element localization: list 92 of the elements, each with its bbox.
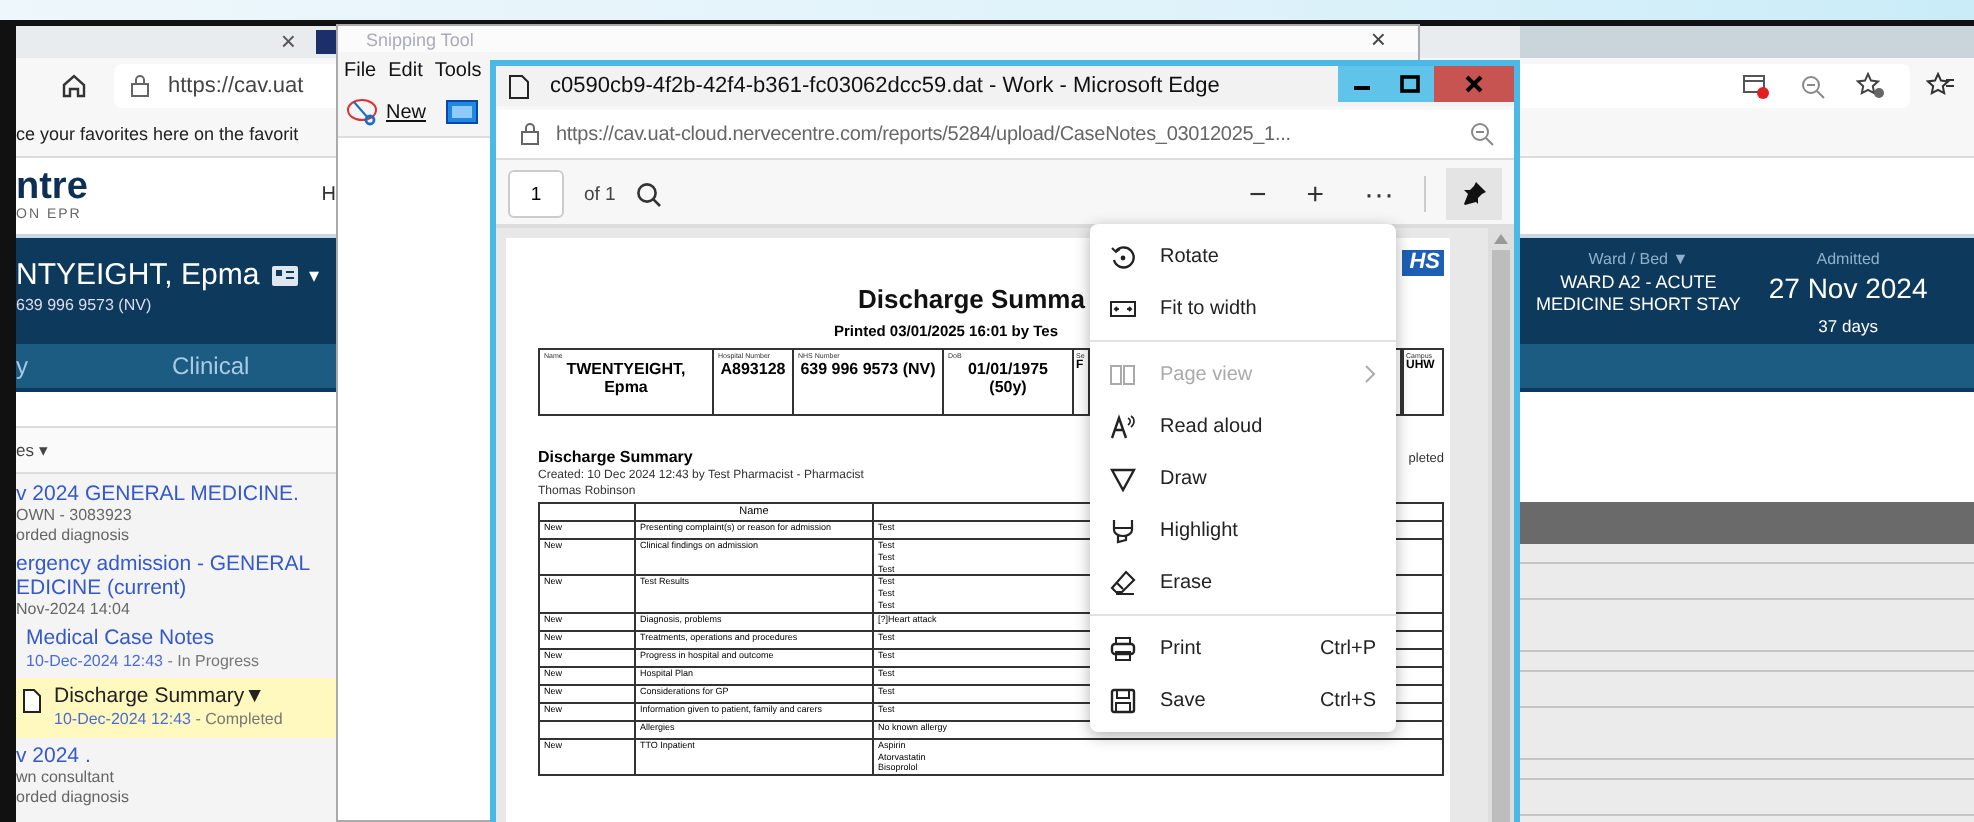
entry-date: 10-Dec-2024 12:43 <box>54 710 191 728</box>
section-title: Discharge Summary <box>538 448 693 466</box>
list-filter[interactable]: es ▾ <box>16 440 49 460</box>
menu-item[interactable]: Fit to width <box>1090 282 1396 334</box>
entry-date: 10-Dec-2024 12:43 <box>26 652 163 670</box>
entry-detail: orded diagnosis <box>16 788 129 808</box>
menu-item[interactable]: File <box>344 59 377 81</box>
close-icon <box>1464 74 1484 94</box>
new-snip-button[interactable]: New <box>346 98 427 126</box>
ward-label[interactable]: Ward / Bed ▼ <box>1588 250 1689 268</box>
highlighter-icon <box>1110 517 1136 543</box>
id-card-icon[interactable] <box>271 265 298 285</box>
document-icon <box>22 688 42 714</box>
logo-text: ntre <box>16 168 88 208</box>
nav-tab[interactable]: Clinical <box>172 352 250 380</box>
entry-title[interactable]: Discharge Summary▼ <box>54 684 283 708</box>
pen-icon <box>1110 465 1136 491</box>
favorites-icon[interactable] <box>1926 72 1954 100</box>
page-number-field[interactable]: 1 <box>508 170 564 218</box>
menu-item[interactable]: Erase <box>1090 556 1396 608</box>
entry-detail: OWN - 3083923 <box>16 506 134 526</box>
menu-item[interactable]: Draw <box>1090 452 1396 504</box>
menu-item[interactable]: Rotate <box>1090 230 1396 282</box>
entry-status: - Completed <box>195 710 283 728</box>
admitted-days: 37 days <box>1818 316 1878 336</box>
zoom-icon[interactable] <box>1800 73 1826 99</box>
mode-icon[interactable] <box>446 100 479 124</box>
history-entry[interactable]: ergency admission - GENERAL EDICINE (current) Nov-2024 14:04 <box>16 552 336 620</box>
admitted-date: 27 Nov 2024 <box>1768 272 1928 306</box>
entry-title[interactable]: v 2024 GENERAL MEDICINE. <box>16 482 299 506</box>
eraser-icon <box>1110 569 1136 595</box>
more-button[interactable]: ··· <box>1354 177 1404 211</box>
address-bar[interactable]: https://cav.uat-cloud.nervecentre.com/reports/5284/upload/CaseNotes_03012025_1... <box>496 110 1514 160</box>
search-icon[interactable] <box>635 181 662 207</box>
patient-number: 639 996 9573 (NV) <box>16 296 154 314</box>
window-title: c0590cb9-4f2b-42f4-b361-fc03062dcc59.dat - Work - Microsoft Edge <box>550 74 1220 98</box>
menu-item[interactable]: Print Ctrl+P <box>1090 622 1396 674</box>
close-button[interactable]: × <box>1370 24 1386 54</box>
patient-menu-caret[interactable]: ▾ <box>309 263 320 287</box>
menu-item[interactable]: Edit <box>388 59 423 81</box>
star-add-icon[interactable] <box>1856 72 1886 100</box>
fit-width-icon <box>1110 295 1136 321</box>
menu-item[interactable]: Tools <box>434 59 482 81</box>
history-entry[interactable]: Discharge Summary▼ 10-Dec-2024 12:43 - Completed <box>16 678 336 738</box>
history-entry[interactable]: v 2024 GENERAL MEDICINE. OWN - 3083923 orded diagnosis <box>16 482 336 546</box>
save-icon <box>1110 687 1136 713</box>
entry-detail: orded diagnosis <box>16 526 131 546</box>
page-view-icon <box>1110 361 1136 387</box>
favorites-bar-hint: ce your favorites here on the favorit <box>16 124 299 144</box>
rotate-icon <box>1110 243 1136 269</box>
tab-blocked-icon[interactable] <box>1742 73 1770 99</box>
nav-tab[interactable]: y <box>16 352 28 380</box>
zoom-icon[interactable] <box>1470 122 1494 146</box>
home-icon[interactable] <box>60 72 88 100</box>
document-title: Discharge Summa <box>858 284 1085 314</box>
pin-button[interactable] <box>1446 168 1502 220</box>
address-bar[interactable]: https://cav.uat <box>114 64 336 108</box>
entry-title[interactable]: ergency admission - GENERAL <box>16 552 311 576</box>
entry-status: - In Progress <box>167 652 260 670</box>
pin-icon <box>1462 182 1486 206</box>
menu-item[interactable]: Read aloud <box>1090 400 1396 452</box>
page-count: of 1 <box>584 183 616 205</box>
document-icon <box>508 73 530 99</box>
entry-detail: wn consultant <box>16 768 116 788</box>
entry-title[interactable]: v 2024 . <box>16 744 129 768</box>
history-entry[interactable]: v 2024 . wn consultant orded diagnosis <box>16 744 336 808</box>
menu-item[interactable]: Highlight <box>1090 504 1396 556</box>
print-icon <box>1110 635 1136 661</box>
scissors-icon <box>346 98 382 126</box>
nhs-logo: HS <box>1401 250 1444 276</box>
ward-value: MEDICINE SHORT STAY <box>1536 294 1741 316</box>
header-link[interactable]: H <box>321 168 336 234</box>
entry-detail: Nov-2024 14:04 <box>16 600 132 620</box>
admitted-label: Admitted <box>1816 250 1880 268</box>
ward-value: WARD A2 - ACUTE <box>1560 272 1717 294</box>
minimize-button[interactable] <box>1338 66 1386 102</box>
entry-title[interactable]: Medical Case Notes <box>26 626 260 650</box>
patient-name: NTYEIGHT, Epma <box>16 258 260 292</box>
zoom-in-button[interactable]: + <box>1296 177 1334 211</box>
maximize-icon <box>1400 74 1420 94</box>
lock-icon <box>130 74 150 98</box>
history-entry[interactable]: Medical Case Notes 10-Dec-2024 12:43 - In Progress <box>16 626 336 672</box>
entry-title[interactable]: EDICINE (current) <box>16 576 311 600</box>
window-title: Snipping Tool <box>366 29 474 49</box>
menu-item[interactable]: Save Ctrl+S <box>1090 674 1396 726</box>
maximize-button[interactable] <box>1386 66 1434 102</box>
lock-icon <box>520 122 540 146</box>
tab-close-button[interactable]: × <box>280 26 296 58</box>
read-aloud-icon <box>1110 413 1136 439</box>
close-button[interactable] <box>1434 66 1514 102</box>
scrollbar[interactable] <box>1488 228 1514 822</box>
zoom-out-button[interactable]: − <box>1238 177 1277 211</box>
